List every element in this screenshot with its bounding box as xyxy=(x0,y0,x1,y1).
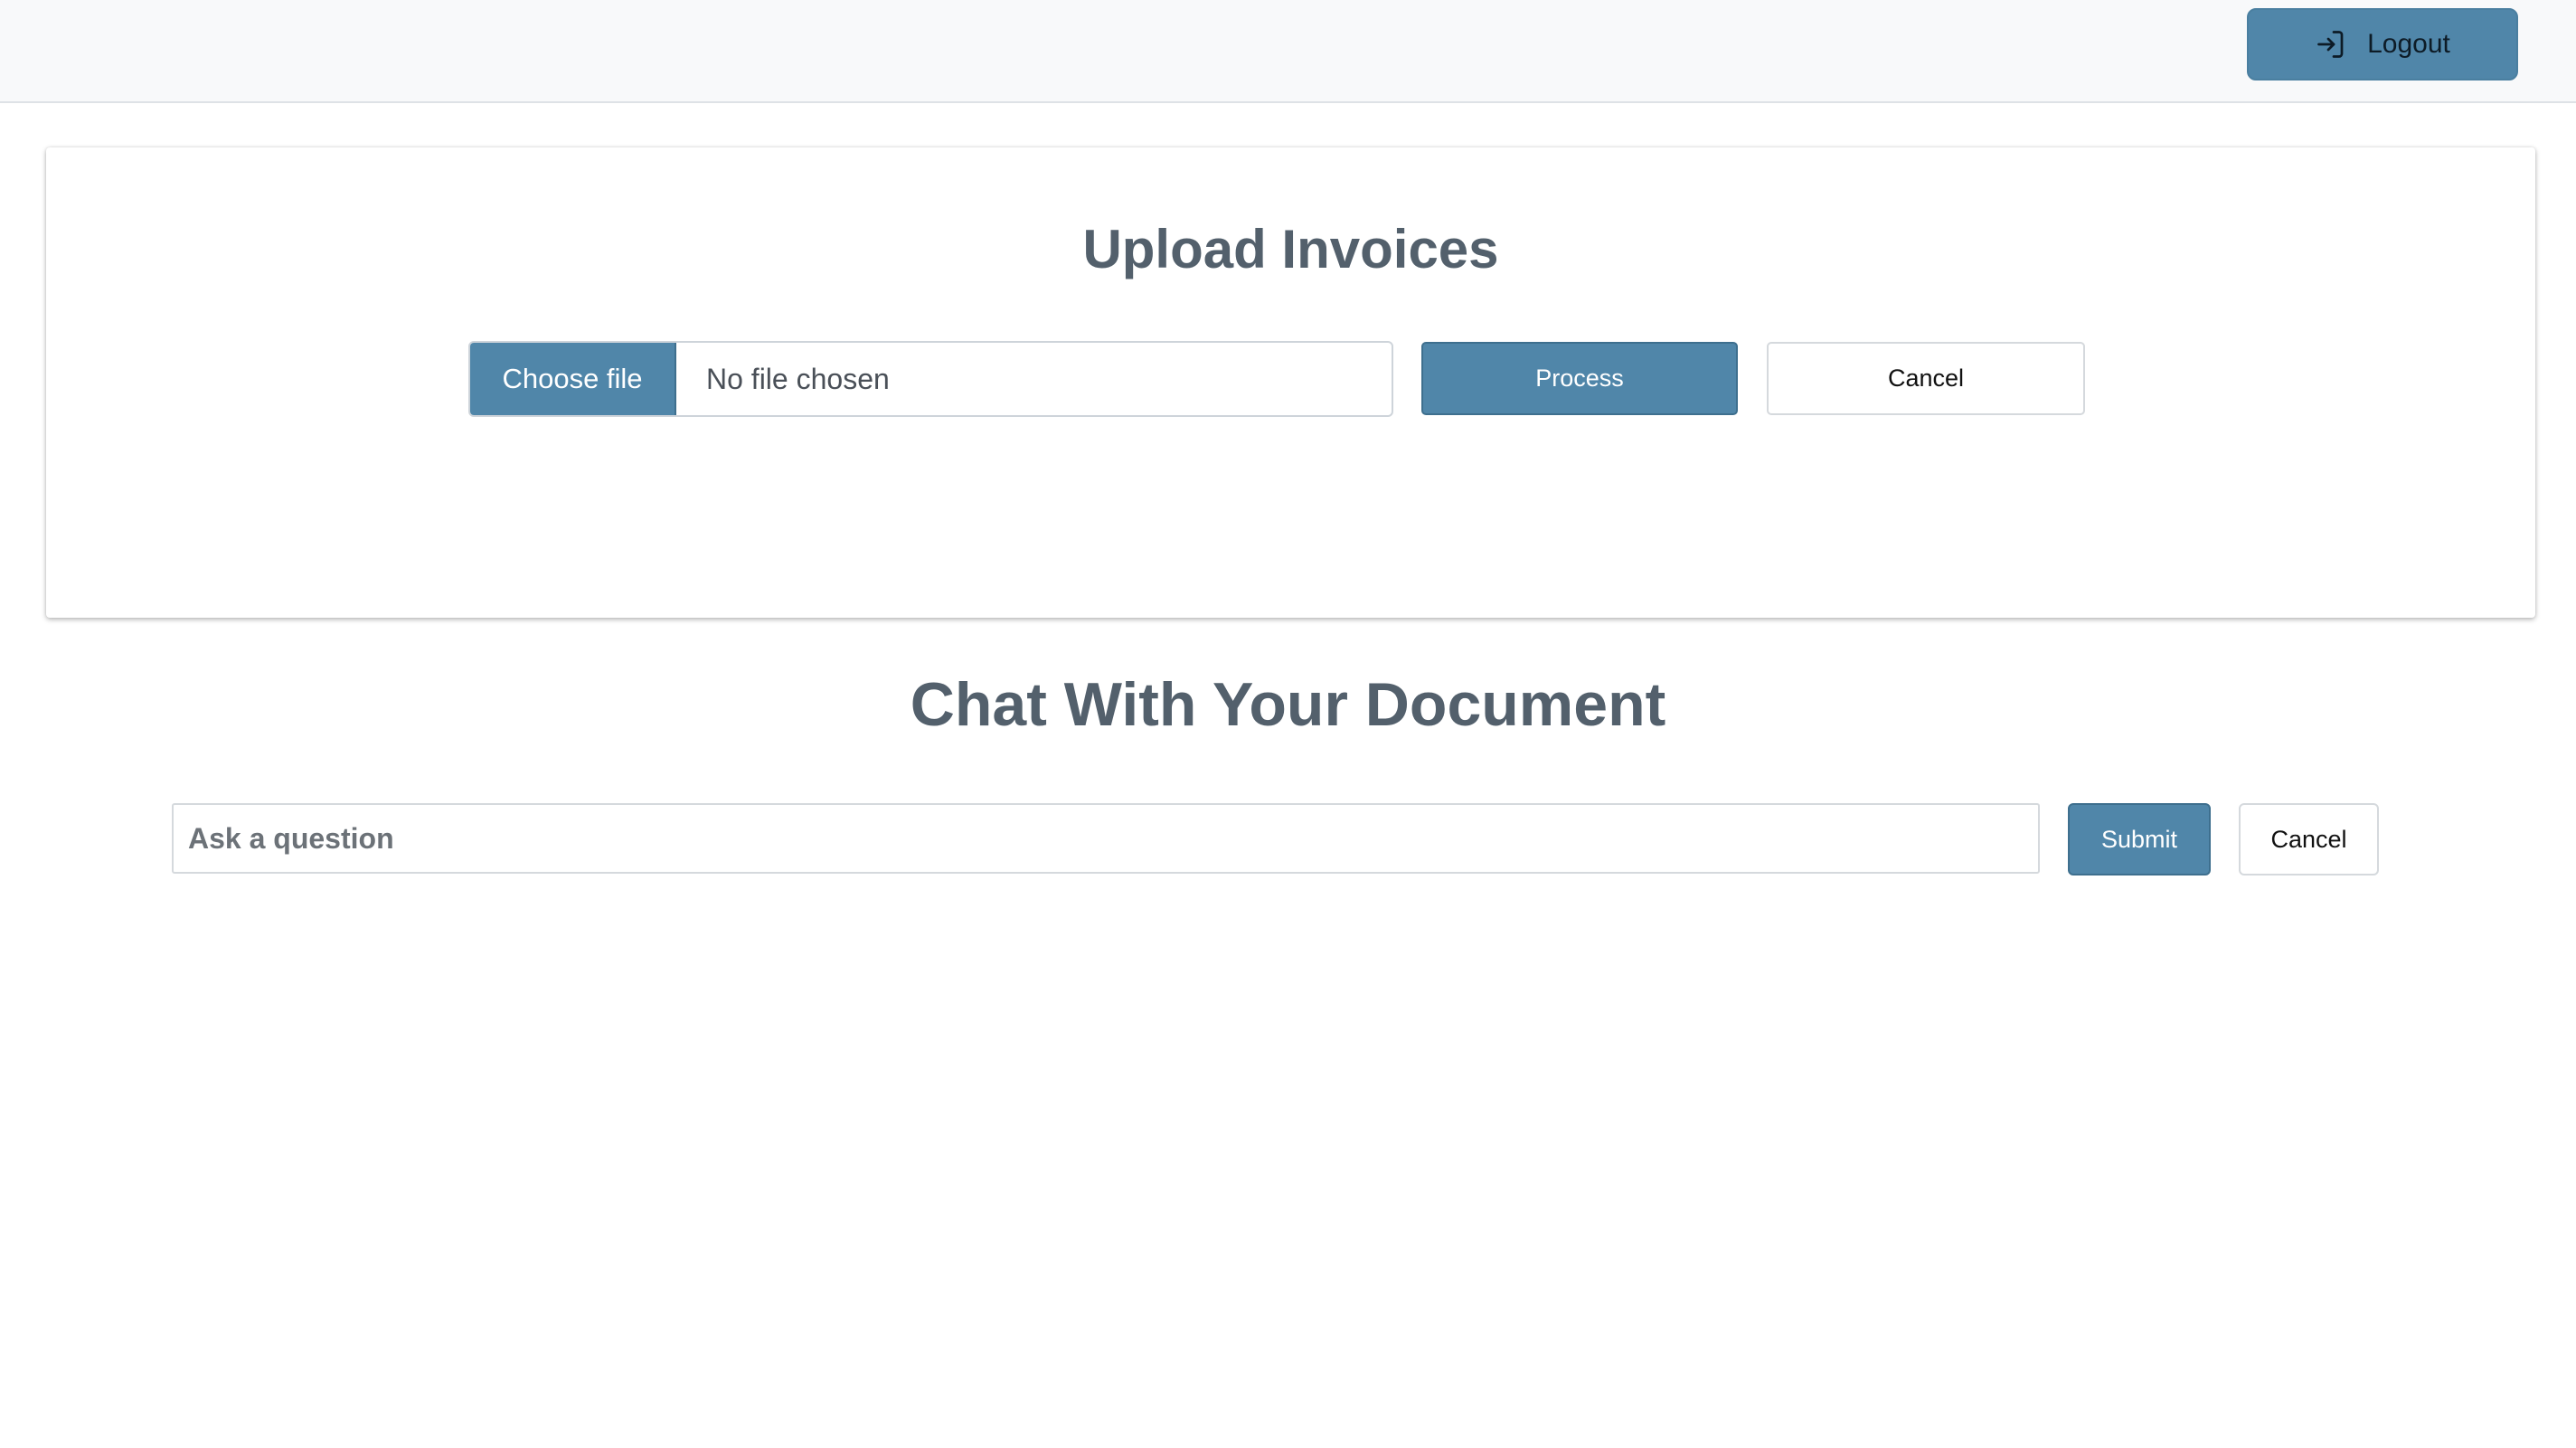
file-status-text: No file chosen xyxy=(706,362,890,395)
logout-label: Logout xyxy=(2367,29,2450,59)
submit-button[interactable]: Submit xyxy=(2068,803,2211,875)
question-input[interactable] xyxy=(172,803,2040,874)
file-input[interactable]: Choose file No file chosen xyxy=(468,341,1393,417)
chat-title: Chat With Your Document xyxy=(910,670,1666,739)
upload-card: Upload Invoices Choose file No file chos… xyxy=(46,147,2535,618)
logout-button[interactable]: Logout xyxy=(2247,8,2518,80)
top-navbar: Logout xyxy=(0,0,2576,103)
process-button[interactable]: Process xyxy=(1421,342,1738,415)
sign-in-arrow-icon xyxy=(2315,28,2347,61)
cancel-upload-button[interactable]: Cancel xyxy=(1767,342,2085,415)
cancel-chat-button[interactable]: Cancel xyxy=(2239,803,2379,875)
upload-title: Upload Invoices xyxy=(1082,219,1499,279)
choose-file-button[interactable]: Choose file xyxy=(470,343,676,415)
